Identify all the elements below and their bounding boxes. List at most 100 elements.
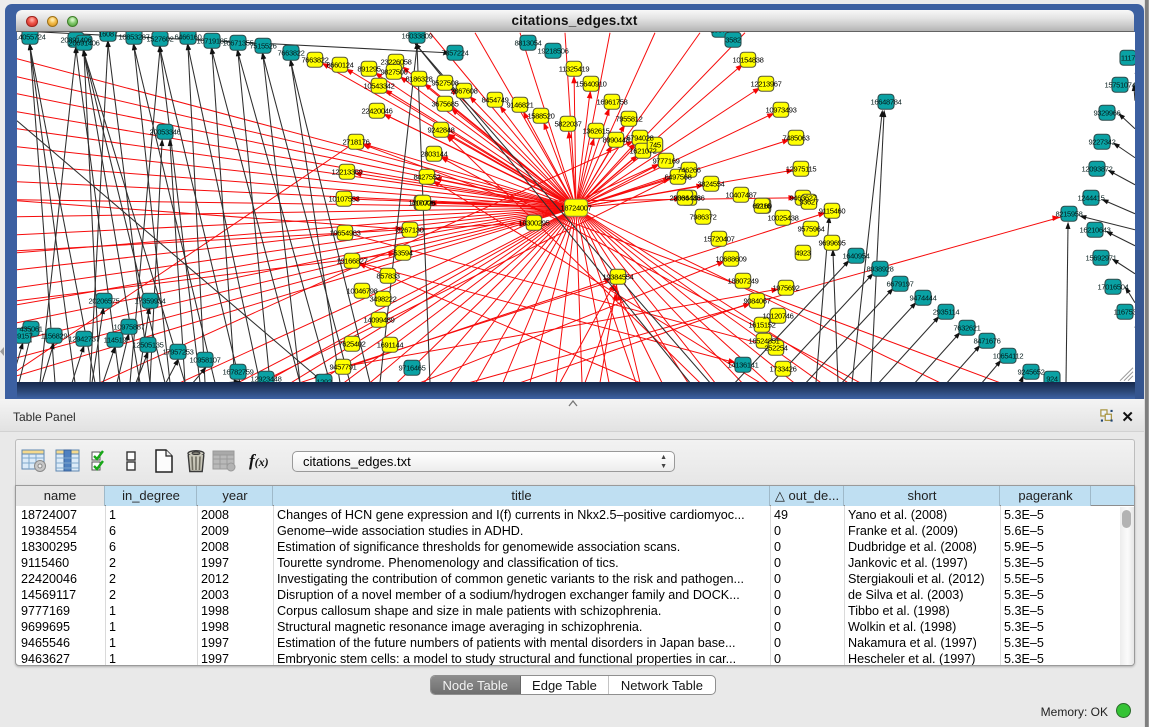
- svg-text:3498222: 3498222: [369, 294, 396, 303]
- svg-text:15640910: 15640910: [576, 79, 607, 88]
- svg-text:891295: 891295: [357, 64, 380, 73]
- svg-text:9716465: 9716465: [398, 363, 425, 372]
- svg-text:1615152: 1615152: [748, 320, 775, 329]
- svg-text:16033809: 16033809: [402, 32, 433, 40]
- svg-text:20691406: 20691406: [69, 38, 100, 47]
- svg-text:7485063: 7485063: [782, 133, 809, 142]
- svg-text:7955812: 7955812: [615, 114, 642, 123]
- svg-text:9699695: 9699695: [818, 238, 845, 247]
- svg-text:417006: 417006: [411, 198, 434, 207]
- svg-text:3267130: 3267130: [396, 225, 423, 234]
- svg-text:19654983: 19654983: [330, 228, 361, 237]
- svg-text:12942737: 12942737: [69, 334, 100, 343]
- svg-text:15720407: 15720407: [704, 234, 735, 243]
- svg-text:16961758: 16961758: [597, 97, 628, 106]
- svg-text:15751074: 15751074: [1105, 80, 1136, 89]
- svg-text:9084067: 9084067: [743, 296, 770, 305]
- svg-text:9457791: 9457791: [329, 362, 356, 371]
- svg-text:22420046: 22420046: [362, 106, 393, 115]
- svg-text:7632621: 7632621: [953, 323, 980, 332]
- svg-text:12093872: 12093872: [1082, 164, 1113, 173]
- svg-text:10654112: 10654112: [993, 351, 1024, 360]
- svg-text:93627: 93627: [799, 197, 818, 206]
- svg-text:10407487: 10407487: [726, 190, 757, 199]
- svg-text:1527602: 1527602: [146, 34, 173, 43]
- svg-text:9146821: 9146821: [506, 100, 533, 109]
- svg-text:2867608: 2867608: [450, 86, 477, 95]
- svg-text:1733426: 1733426: [769, 364, 796, 373]
- svg-text:6679197: 6679197: [886, 279, 913, 288]
- svg-text:9474444: 9474444: [909, 293, 936, 302]
- svg-text:1588520: 1588520: [527, 111, 554, 120]
- svg-text:8454749: 8454749: [481, 95, 508, 104]
- svg-text:7663822: 7663822: [301, 55, 328, 64]
- svg-text:1156829: 1156829: [41, 331, 68, 340]
- svg-text:18807249: 18807249: [728, 276, 759, 285]
- svg-text:3824554: 3824554: [697, 179, 724, 188]
- svg-text:14055724: 14055724: [17, 32, 46, 41]
- svg-text:7515526: 7515526: [249, 41, 276, 50]
- svg-text:8215958: 8215958: [1055, 209, 1082, 218]
- svg-text:19218506: 19218506: [538, 46, 569, 55]
- svg-text:8938928: 8938928: [866, 264, 893, 273]
- svg-text:10973493: 10973493: [766, 105, 797, 114]
- svg-text:15692971: 15692971: [1086, 253, 1117, 262]
- svg-text:8660124: 8660124: [326, 60, 353, 69]
- svg-text:10543342: 10543342: [364, 81, 395, 90]
- svg-text:53594: 53594: [393, 248, 412, 257]
- svg-text:9827500: 9827500: [380, 67, 407, 76]
- svg-text:1640954: 1640954: [842, 251, 869, 260]
- svg-text:2718176: 2718176: [342, 137, 369, 146]
- svg-text:9575964: 9575964: [797, 224, 824, 233]
- svg-text:10958107: 10958107: [190, 355, 221, 364]
- svg-text:19384554: 19384554: [603, 272, 634, 281]
- svg-text:8186328: 8186328: [405, 74, 432, 83]
- svg-text:5822037: 5822037: [554, 119, 581, 128]
- svg-text:20206575: 20206575: [89, 296, 120, 305]
- svg-text:10688609: 10688609: [716, 254, 747, 263]
- svg-text:12213967: 12213967: [751, 79, 782, 88]
- svg-text:17016504: 17016504: [1098, 282, 1129, 291]
- svg-text:252254: 252254: [764, 343, 787, 352]
- svg-text:14099489: 14099489: [364, 315, 395, 324]
- svg-text:16648784: 16648784: [871, 97, 902, 106]
- svg-text:10120746: 10120746: [763, 311, 794, 320]
- svg-text:8427552: 8427552: [413, 172, 440, 181]
- svg-text:16087: 16087: [98, 32, 117, 38]
- svg-text:10975887: 10975887: [114, 322, 145, 331]
- svg-text:9329966: 9329966: [1093, 108, 1120, 117]
- svg-text:1244415: 1244415: [1077, 193, 1104, 202]
- svg-text:745: 745: [649, 140, 661, 149]
- svg-text:39157: 39157: [17, 331, 33, 340]
- svg-text:857833: 857833: [376, 271, 399, 280]
- svg-text:7625402: 7625402: [338, 339, 365, 348]
- svg-text:8471676: 8471676: [973, 336, 1000, 345]
- svg-text:9115460: 9115460: [819, 206, 846, 215]
- svg-text:3582: 3582: [725, 35, 741, 44]
- svg-text:116753: 116753: [1114, 307, 1135, 316]
- svg-text:18300295: 18300295: [519, 218, 550, 227]
- svg-text:10107553: 10107553: [329, 194, 360, 203]
- svg-text:12975115: 12975115: [786, 164, 817, 173]
- svg-text:1691144: 1691144: [377, 340, 404, 349]
- svg-text:1975692: 1975692: [772, 283, 799, 292]
- svg-text:9242848: 9242848: [427, 125, 454, 134]
- svg-text:62160: 62160: [752, 201, 771, 210]
- svg-text:7357224: 7357224: [441, 48, 468, 57]
- svg-text:114519: 114519: [104, 335, 127, 344]
- svg-text:19166827: 19166827: [337, 256, 368, 265]
- svg-text:3675685: 3675685: [431, 99, 458, 108]
- svg-text:9777169: 9777169: [652, 156, 679, 165]
- svg-text:10025438: 10025438: [768, 213, 799, 222]
- svg-text:14136141: 14136141: [728, 360, 759, 369]
- svg-text:1117: 1117: [1121, 53, 1135, 62]
- svg-text:12213369: 12213369: [332, 167, 363, 176]
- svg-text:1362615: 1362615: [582, 126, 609, 135]
- svg-text:2935114: 2935114: [933, 307, 960, 316]
- svg-text:18724007: 18724007: [561, 203, 592, 212]
- svg-text:23226058: 23226058: [381, 57, 412, 66]
- svg-text:7986372: 7986372: [689, 212, 716, 221]
- svg-text:2803144: 2803144: [420, 149, 447, 158]
- svg-text:10853287: 10853287: [119, 32, 150, 41]
- svg-text:16782759: 16782759: [223, 367, 254, 376]
